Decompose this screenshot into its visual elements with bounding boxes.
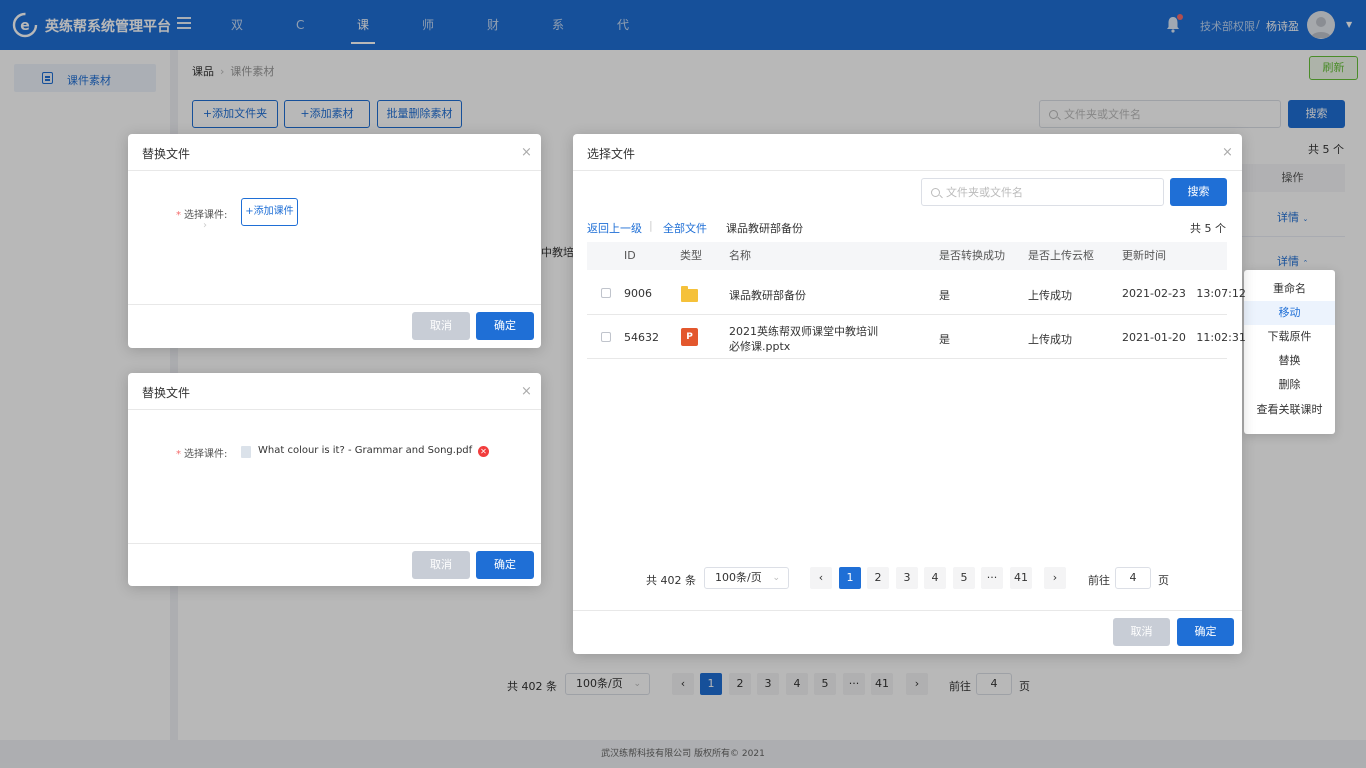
dialog-divider	[573, 610, 1242, 611]
close-icon[interactable]: ×	[1222, 145, 1233, 160]
col-type: 类型	[680, 249, 702, 262]
col-id: ID	[624, 249, 636, 262]
cell-name-line2: 必修课.pptx	[729, 340, 791, 353]
dialog-title: 替换文件	[142, 147, 191, 161]
menu-item-download[interactable]: 下载原件	[1244, 325, 1335, 349]
goto-prefix: 前往	[1088, 574, 1110, 587]
add-courseware-button[interactable]: +添加课件	[241, 198, 298, 226]
col-name: 名称	[729, 249, 751, 262]
page-button[interactable]: 4	[924, 567, 946, 589]
cell-id: 9006	[624, 287, 652, 300]
courseware-label-text: 选择课件:	[184, 449, 228, 460]
required-mark: *	[176, 449, 181, 460]
cell-name: 课品教研部备份	[729, 289, 806, 302]
selected-file-name: What colour is it? - Grammar and Song.pd…	[258, 445, 473, 456]
page-button[interactable]: 41	[1010, 567, 1032, 589]
cell-uploaded: 上传成功	[1028, 289, 1072, 302]
col-converted: 是否转换成功	[939, 249, 1005, 262]
page-button[interactable]: 1	[839, 567, 861, 589]
more-pages-button[interactable]: ···	[981, 567, 1003, 589]
goto-page-input[interactable]: 4	[1115, 567, 1151, 589]
prev-page-button[interactable]: ‹	[810, 567, 832, 589]
cell-uploaded: 上传成功	[1028, 333, 1072, 346]
link-divider: |	[649, 219, 653, 232]
back-link[interactable]: 返回上一级	[587, 220, 642, 236]
page-size-value: 100条/页	[715, 571, 762, 584]
col-updated: 更新时间	[1122, 249, 1166, 262]
page-button[interactable]: 3	[896, 567, 918, 589]
confirm-button[interactable]: 确定	[1177, 618, 1234, 646]
row-action-menu: 重命名 移动 下载原件 替换 删除 查看关联课时	[1244, 270, 1335, 434]
col-uploaded: 是否上传云枢	[1028, 249, 1094, 262]
dialog-divider	[128, 543, 541, 544]
replace-file-dialog: 替换文件 × * 选择课件: +添加课件 › 取消 确定	[128, 134, 541, 348]
confirm-button[interactable]: 确定	[476, 312, 534, 340]
cell-converted: 是	[939, 289, 950, 302]
menu-item-rename[interactable]: 重命名	[1244, 277, 1335, 301]
cancel-button[interactable]: 取消	[412, 312, 470, 340]
row-checkbox[interactable]	[601, 288, 611, 298]
cell-updated: 2021-02-23 13:07:12	[1122, 287, 1246, 300]
close-icon[interactable]: ×	[521, 384, 532, 399]
cancel-button[interactable]: 取消	[412, 551, 470, 579]
search-icon	[931, 188, 940, 197]
courseware-label: * 选择课件:	[176, 206, 227, 221]
row-checkbox[interactable]	[601, 332, 611, 342]
current-folder: 课品教研部备份	[726, 222, 803, 235]
row-divider	[587, 358, 1227, 359]
menu-item-delete[interactable]: 删除	[1244, 373, 1335, 397]
chevron-down-icon: ⌄	[772, 573, 780, 583]
cell-id: 54632	[624, 331, 659, 344]
remove-file-icon[interactable]: ✕	[478, 446, 489, 457]
confirm-button[interactable]: 确定	[476, 551, 534, 579]
goto-suffix: 页	[1158, 574, 1169, 587]
dialog-search-box	[921, 178, 1164, 206]
dialog-search-button[interactable]: 搜索	[1170, 178, 1227, 206]
next-page-button[interactable]: ›	[1044, 567, 1066, 589]
cell-converted: 是	[939, 333, 950, 346]
menu-item-related-lessons[interactable]: 查看关联课时	[1244, 398, 1335, 422]
menu-item-move[interactable]: 移动	[1244, 301, 1335, 325]
dialog-title: 选择文件	[587, 147, 636, 161]
pptx-file-icon: P	[681, 328, 698, 346]
dialog-title: 替换文件	[142, 386, 191, 400]
replace-file-dialog-filled: 替换文件 × * 选择课件: What colour is it? - Gramm…	[128, 373, 541, 586]
page-button[interactable]: 2	[867, 567, 889, 589]
dialog-search-input[interactable]	[946, 179, 1146, 205]
dialog-divider	[128, 304, 541, 305]
chevron-right-icon: ›	[203, 220, 207, 231]
all-files-link[interactable]: 全部文件	[663, 220, 707, 236]
file-icon	[241, 446, 251, 458]
cell-name-line1: 2021英练帮双师课堂中教培训	[729, 325, 878, 338]
dialog-divider	[128, 409, 541, 410]
cancel-button[interactable]: 取消	[1113, 618, 1170, 646]
dialog-divider	[573, 170, 1242, 171]
menu-item-replace[interactable]: 替换	[1244, 349, 1335, 373]
page-button[interactable]: 5	[953, 567, 975, 589]
row-divider	[587, 314, 1227, 315]
close-icon[interactable]: ×	[521, 145, 532, 160]
courseware-label: * 选择课件:	[176, 445, 227, 460]
folder-icon	[681, 286, 698, 302]
pagination-total: 共 402 条	[646, 574, 696, 587]
dialog-total-count: 共 5 个	[1190, 222, 1226, 235]
cell-updated: 2021-01-20 11:02:31	[1122, 331, 1246, 344]
required-mark: *	[176, 210, 181, 221]
dialog-divider	[128, 170, 541, 171]
page-size-select[interactable]: 100条/页 ⌄	[704, 567, 789, 589]
